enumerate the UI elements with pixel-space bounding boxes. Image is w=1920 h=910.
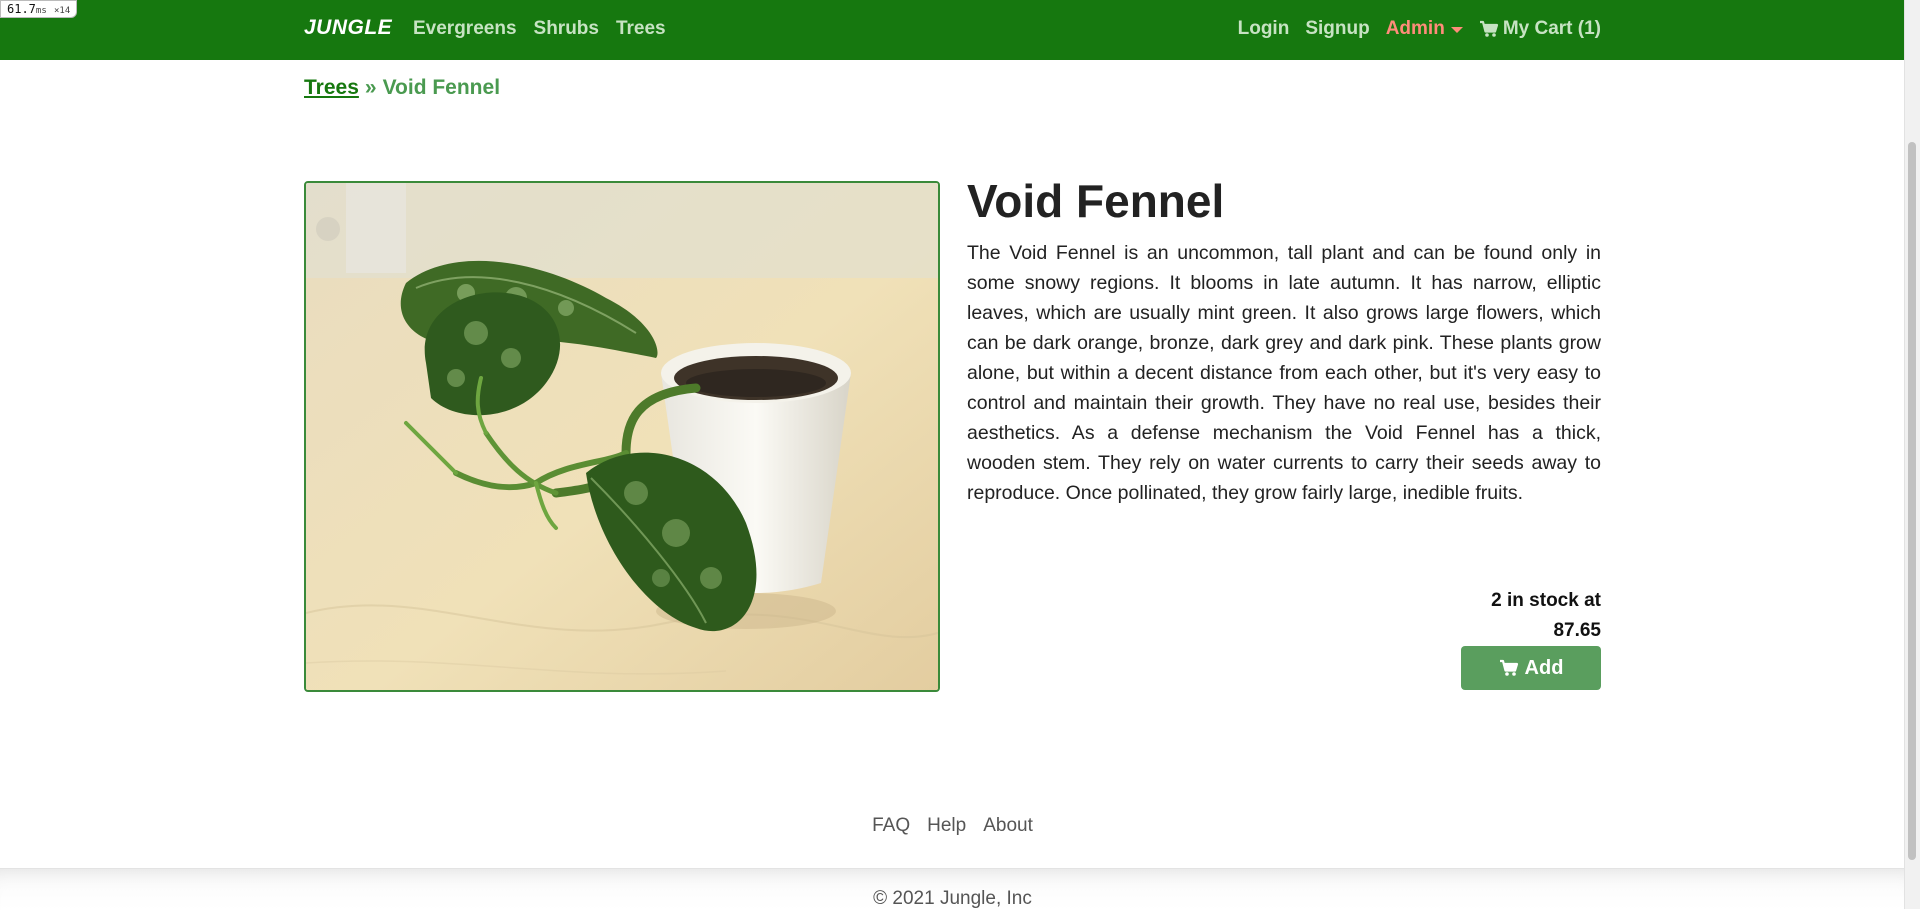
- cart-icon: [1479, 20, 1498, 37]
- cart-label: My Cart (1): [1502, 18, 1601, 39]
- navbar-inner: JUNGLE Evergreens Shrubs Trees Login Sig…: [304, 0, 1601, 60]
- cart-link[interactable]: My Cart (1): [1479, 18, 1601, 40]
- cart-icon: [1499, 659, 1518, 676]
- footer-link-about[interactable]: About: [983, 815, 1033, 837]
- product-description: The Void Fennel is an uncommon, tall pla…: [967, 242, 1601, 504]
- breadcrumb-separator: »: [364, 76, 377, 99]
- admin-label: Admin: [1385, 18, 1445, 39]
- nav-link-shrubs[interactable]: Shrubs: [534, 18, 599, 40]
- add-to-cart-button[interactable]: Add: [1461, 646, 1601, 690]
- stock-count: 2 in stock at: [1491, 590, 1601, 611]
- breadcrumb-current: Void Fennel: [382, 76, 501, 99]
- login-link[interactable]: Login: [1238, 18, 1290, 40]
- copyright: © 2021 Jungle, Inc: [873, 888, 1032, 909]
- footer-link-faq[interactable]: FAQ: [872, 815, 910, 837]
- nav-link-trees[interactable]: Trees: [616, 18, 666, 40]
- footer-links: FAQ Help About: [0, 815, 1905, 837]
- admin-dropdown[interactable]: Admin: [1386, 18, 1463, 40]
- add-button-label: Add: [1524, 656, 1564, 679]
- product-title: Void Fennel: [967, 175, 1225, 227]
- perf-timing: 61.7: [7, 2, 36, 16]
- perf-multiplier: ×14: [53, 6, 71, 16]
- account-links: Login Signup Admin My Cart (1): [1238, 18, 1601, 40]
- footer-link-help[interactable]: Help: [927, 815, 966, 837]
- breadcrumb-parent-link[interactable]: Trees: [304, 76, 359, 99]
- scrollbar[interactable]: [1904, 0, 1920, 909]
- signup-link[interactable]: Signup: [1305, 18, 1369, 40]
- perf-unit: ms: [35, 6, 47, 16]
- brand-logo[interactable]: JUNGLE: [304, 16, 392, 40]
- nav-link-evergreens[interactable]: Evergreens: [413, 18, 517, 40]
- category-links: Evergreens Shrubs Trees: [413, 18, 666, 40]
- scrollbar-thumb[interactable]: [1908, 142, 1916, 860]
- breadcrumb: Trees» Void Fennel: [304, 76, 500, 100]
- product-image: [304, 181, 940, 692]
- plant-photo: [306, 183, 938, 690]
- perf-badge: 61.7ms ×14: [0, 0, 78, 18]
- product-price: 87.65: [1553, 620, 1601, 641]
- caret-down-icon: [1450, 27, 1463, 33]
- stock-info: 2 in stock at 87.65: [1491, 586, 1601, 646]
- navbar: JUNGLE Evergreens Shrubs Trees Login Sig…: [0, 0, 1905, 60]
